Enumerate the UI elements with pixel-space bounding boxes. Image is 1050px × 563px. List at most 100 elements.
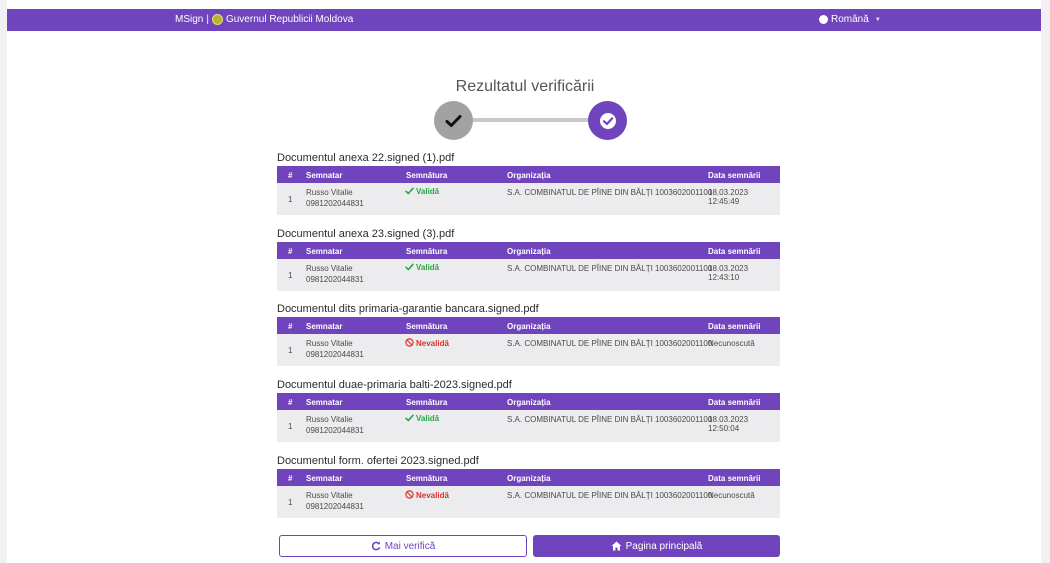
document-name: Documentul duae-primaria balti-2023.sign… xyxy=(277,379,512,391)
column-header-signature: Semnătura xyxy=(406,171,448,180)
valid-check-icon xyxy=(405,414,414,422)
check-again-label: Mai verifică xyxy=(384,540,436,552)
signer-cell: Russo Vitalie 0981202044831 xyxy=(306,187,364,209)
signer-name: Russo Vitalie xyxy=(306,415,353,424)
government-label: Guvernul Republicii Moldova xyxy=(225,14,354,25)
document-name: Documentul form. ofertei 2023.signed.pdf xyxy=(277,455,479,467)
progress-stepper xyxy=(434,101,627,141)
signature-status: Validă xyxy=(405,263,439,272)
column-header-organization: Organizația xyxy=(507,247,551,256)
table-row: 1 Russo Vitalie 0981202044831 Validă S.A. CO… xyxy=(277,410,780,442)
document-name: Documentul anexa 22.signed (1).pdf xyxy=(277,152,455,164)
column-header-number: # xyxy=(288,474,293,483)
table-row: 1 Russo Vitalie 0981202044831 Nevalidă S.A. … xyxy=(277,486,780,518)
stepper-connector xyxy=(472,118,590,122)
column-header-organization: Organizația xyxy=(507,322,551,331)
table-row: 1 Russo Vitalie 0981202044831 Validă S.A. CO… xyxy=(277,183,780,215)
signer-idnp: 0981202044831 xyxy=(306,350,364,359)
brand[interactable]: MSign | Guvernul Republicii Moldova xyxy=(175,14,353,25)
home-label: Pagina principală xyxy=(625,540,703,552)
table-row: 1 Russo Vitalie 0981202044831 Validă S.A. CO… xyxy=(277,259,780,291)
signature-status-label: Validă xyxy=(416,187,440,196)
column-header-organization: Organizația xyxy=(507,398,551,407)
language-selector[interactable]: Română ▼ xyxy=(819,14,881,25)
column-header-date: Data semnării xyxy=(708,322,761,331)
organization-cell: S.A. COMBINATUL DE PÎINE DIN BĂLȚI 10036… xyxy=(507,188,713,197)
organization-cell: S.A. COMBINATUL DE PÎINE DIN BĂLȚI 10036… xyxy=(507,264,713,273)
row-number: 1 xyxy=(288,195,293,204)
column-header-number: # xyxy=(288,322,293,331)
brand-name: MSign xyxy=(175,14,204,25)
column-header-date: Data semnării xyxy=(708,171,761,180)
signer-name: Russo Vitalie xyxy=(306,264,353,273)
sign-date-cell: Necunoscută xyxy=(708,339,755,348)
signature-status: Nevalidă xyxy=(405,490,449,500)
check-circle-icon xyxy=(599,112,616,129)
table-header: # Semnatar Semnătura Organizația Data semnăr… xyxy=(277,317,780,334)
column-header-signature: Semnătura xyxy=(406,322,448,331)
column-header-signature: Semnătura xyxy=(406,398,448,407)
column-header-number: # xyxy=(288,171,293,180)
column-header-number: # xyxy=(288,247,293,256)
caret-down-icon: ▼ xyxy=(874,16,881,23)
home-button[interactable]: Pagina principală xyxy=(533,535,780,557)
signature-status-label: Validă xyxy=(416,414,440,423)
invalid-ban-icon xyxy=(405,490,414,499)
row-number: 1 xyxy=(288,271,293,280)
document-block: Documentul anexa 23.signed (3).pdf # Semna… xyxy=(277,228,780,291)
organization-cell: S.A. COMBINATUL DE PÎINE DIN BĂLȚI 10036… xyxy=(507,339,713,348)
column-header-date: Data semnării xyxy=(708,398,761,407)
row-number: 1 xyxy=(288,346,293,355)
signature-status-label: Validă xyxy=(416,263,440,272)
column-header-number: # xyxy=(288,398,293,407)
top-navbar: MSign | Guvernul Republicii Moldova Româ… xyxy=(7,9,1041,31)
signer-idnp: 0981202044831 xyxy=(306,426,364,435)
sign-date-cell: 18.03.2023 12:43:10 xyxy=(708,264,749,282)
column-header-organization: Organizația xyxy=(507,474,551,483)
column-header-signature: Semnătura xyxy=(406,474,448,483)
signer-name: Russo Vitalie xyxy=(306,491,353,500)
document-block: Documentul duae-primaria balti-2023.sign… xyxy=(277,379,780,442)
page-title: Rezultatul verificării xyxy=(455,78,595,95)
column-header-signature: Semnătura xyxy=(406,247,448,256)
moldova-emblem-icon xyxy=(211,14,223,25)
column-header-date: Data semnării xyxy=(708,474,761,483)
signature-status: Validă xyxy=(405,414,439,423)
step-completed xyxy=(434,101,473,140)
signature-status: Nevalidă xyxy=(405,338,449,348)
signer-cell: Russo Vitalie 0981202044831 xyxy=(306,414,364,436)
document-block: Documentul form. ofertei 2023.signed.pdf… xyxy=(277,455,780,518)
column-header-signer: Semnatar xyxy=(306,474,343,483)
signer-idnp: 0981202044831 xyxy=(306,275,364,284)
signature-status-label: Nevalidă xyxy=(416,339,449,348)
column-header-organization: Organizația xyxy=(507,171,551,180)
brand-separator: | xyxy=(206,14,209,25)
signer-name: Russo Vitalie xyxy=(306,188,353,197)
organization-cell: S.A. COMBINATUL DE PÎINE DIN BĂLȚI 10036… xyxy=(507,491,713,500)
table-header: # Semnatar Semnătura Organizația Data semnăr… xyxy=(277,242,780,259)
document-name: Documentul dits primaria-garantie bancar… xyxy=(277,303,539,315)
check-icon xyxy=(445,114,462,127)
signer-cell: Russo Vitalie 0981202044831 xyxy=(306,263,364,285)
signature-status-label: Nevalidă xyxy=(416,491,449,500)
check-again-button[interactable]: Mai verifică xyxy=(279,535,527,557)
valid-check-icon xyxy=(405,263,414,271)
home-icon xyxy=(611,541,622,551)
step-current xyxy=(588,101,627,140)
table-header: # Semnatar Semnătura Organizația Data semnăr… xyxy=(277,393,780,410)
signer-idnp: 0981202044831 xyxy=(306,199,364,208)
document-block: Documentul dits primaria-garantie bancar… xyxy=(277,303,780,366)
document-block: Documentul anexa 22.signed (1).pdf # Semna… xyxy=(277,152,780,215)
organization-cell: S.A. COMBINATUL DE PÎINE DIN BĂLȚI 10036… xyxy=(507,415,713,424)
column-header-date: Data semnării xyxy=(708,247,761,256)
column-header-signer: Semnatar xyxy=(306,322,343,331)
table-header: # Semnatar Semnătura Organizația Data semnăr… xyxy=(277,469,780,486)
row-number: 1 xyxy=(288,422,293,431)
sign-date-cell: 18.03.2023 12:45:49 xyxy=(708,188,749,206)
sign-date-cell: Necunoscută xyxy=(708,491,755,500)
signer-cell: Russo Vitalie 0981202044831 xyxy=(306,338,364,360)
globe-icon xyxy=(819,15,828,24)
refresh-icon xyxy=(371,541,381,551)
column-header-signer: Semnatar xyxy=(306,247,343,256)
row-number: 1 xyxy=(288,498,293,507)
